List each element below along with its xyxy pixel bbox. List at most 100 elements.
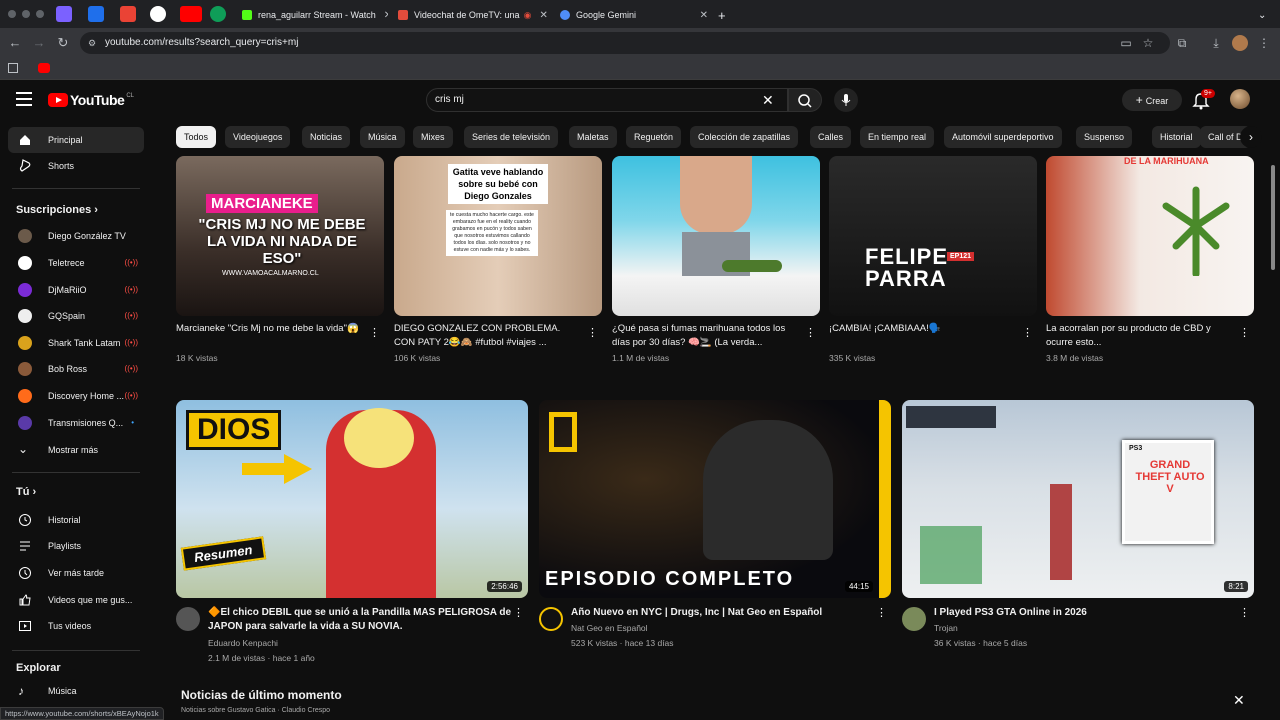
sidebar-item-sub-teletrece[interactable]: Teletrece ((•)) bbox=[8, 250, 144, 276]
sidebar-item-sub-djmariio[interactable]: DjMaRiiO ((•)) bbox=[8, 277, 144, 303]
channel-avatar[interactable] bbox=[902, 607, 926, 631]
sidebar-item-your-videos[interactable]: Tus videos bbox=[8, 613, 144, 639]
close-tab-icon[interactable]: ✕ bbox=[531, 10, 547, 21]
sidebar-item-musica[interactable]: ♪ Música bbox=[8, 678, 144, 704]
search-input[interactable]: cris mj bbox=[426, 88, 788, 112]
voice-search-button[interactable] bbox=[834, 88, 858, 112]
window-maximize-button[interactable] bbox=[36, 10, 44, 18]
chip-tiempo-real[interactable]: En tiempo real bbox=[860, 126, 935, 148]
extensions-icon[interactable]: ⧉ bbox=[1174, 35, 1190, 51]
video-title[interactable]: 🔶El chico DEBIL que se unió a la Pandill… bbox=[208, 606, 518, 634]
sidebar-item-historial[interactable]: Historial bbox=[8, 507, 144, 533]
short-card[interactable]: MARCIANEKE "CRIS MJ NO ME DEBE LA VIDA N… bbox=[176, 156, 384, 363]
video-thumbnail[interactable]: DIOS Resumen 2:56:46 bbox=[176, 400, 528, 598]
pinned-tab-gmail[interactable] bbox=[120, 6, 136, 22]
chip-historial[interactable]: Historial bbox=[1152, 126, 1201, 148]
pinned-tab-openai[interactable] bbox=[150, 6, 166, 22]
chips-next-button[interactable]: › bbox=[1240, 126, 1262, 148]
more-options-icon[interactable]: ⋮ bbox=[1022, 326, 1033, 339]
close-tab-icon[interactable]: ✕ bbox=[376, 10, 388, 21]
search-button[interactable] bbox=[788, 88, 822, 112]
pinned-tab-4[interactable] bbox=[210, 6, 226, 22]
chip-suspenso[interactable]: Suspenso bbox=[1076, 126, 1133, 148]
short-title[interactable]: La acorralan por su producto de CBD y oc… bbox=[1046, 322, 1234, 350]
account-avatar[interactable] bbox=[1230, 89, 1250, 109]
tab-gemini[interactable]: Google Gemini ✕ bbox=[554, 4, 714, 26]
apps-grid-icon[interactable] bbox=[8, 63, 18, 73]
short-title[interactable]: Marcianeke "Cris Mj no me debe la vida"😱 bbox=[176, 322, 364, 350]
chip-mixes[interactable]: Mixes bbox=[413, 126, 453, 148]
more-options-icon[interactable]: ⋮ bbox=[805, 326, 816, 339]
cast-icon[interactable]: ▭ bbox=[1118, 35, 1134, 51]
video-title[interactable]: I Played PS3 GTA Online in 2026 bbox=[934, 606, 1244, 620]
channel-name[interactable]: Trojan bbox=[934, 623, 958, 633]
chip-calles[interactable]: Calles bbox=[810, 126, 852, 148]
sidebar-item-sub-gqspain[interactable]: GQSpain ((•)) bbox=[8, 303, 144, 329]
video-title[interactable]: Año Nuevo en NYC | Drugs, Inc | Nat Geo … bbox=[571, 606, 881, 620]
video-thumbnail[interactable]: EPISODIO COMPLETO 44:15 bbox=[539, 400, 891, 598]
channel-name[interactable]: Nat Geo en Español bbox=[571, 623, 648, 633]
chip-series[interactable]: Series de televisión bbox=[464, 126, 559, 148]
sidebar-item-liked[interactable]: Videos que me gus... bbox=[8, 587, 144, 613]
download-icon[interactable]: ⤓ bbox=[1208, 35, 1224, 51]
more-options-icon[interactable]: ⋮ bbox=[513, 606, 524, 619]
browser-menu-icon[interactable]: ⋮ bbox=[1256, 35, 1272, 51]
tab-search-icon[interactable]: ⌄ bbox=[1252, 4, 1272, 26]
sidebar-item-principal[interactable]: Principal bbox=[8, 127, 144, 153]
window-minimize-button[interactable] bbox=[22, 10, 30, 18]
more-options-icon[interactable]: ⋮ bbox=[1239, 606, 1250, 619]
channel-avatar[interactable] bbox=[176, 607, 200, 631]
address-bar[interactable]: ⚙ youtube.com/results?search_query=cris+… bbox=[80, 32, 1170, 54]
subscriptions-heading[interactable]: Suscripciones › bbox=[16, 204, 98, 216]
short-thumbnail[interactable]: DE LA MARIHUANA bbox=[1046, 156, 1254, 316]
back-icon[interactable]: ← bbox=[6, 34, 24, 52]
sidebar-item-sub-discovery[interactable]: Discovery Home ... ((•)) bbox=[8, 383, 144, 409]
close-tab-icon[interactable]: ✕ bbox=[692, 10, 708, 21]
chip-automovil[interactable]: Automóvil superdeportivo bbox=[944, 126, 1062, 148]
short-thumbnail[interactable]: FELIPE PARRA EP121 bbox=[829, 156, 1037, 316]
youtube-logo[interactable]: YouTube CL bbox=[48, 92, 134, 108]
chip-zapatillas[interactable]: Colección de zapatillas bbox=[690, 126, 799, 148]
pinned-tab-youtube[interactable] bbox=[180, 6, 202, 22]
pinned-tab-1[interactable] bbox=[56, 6, 72, 22]
short-card[interactable]: ¿Qué pasa si fumas marihuana todos los d… bbox=[612, 156, 820, 363]
youtube-bookmark-icon[interactable] bbox=[38, 63, 50, 73]
close-icon[interactable]: ✕ bbox=[1233, 692, 1245, 709]
sidebar-item-shorts[interactable]: Shorts bbox=[8, 153, 144, 179]
chip-videojuegos[interactable]: Videojuegos bbox=[225, 126, 291, 148]
short-card[interactable]: DE LA MARIHUANA La acorralan por su prod… bbox=[1046, 156, 1254, 363]
short-title[interactable]: ¿Qué pasa si fumas marihuana todos los d… bbox=[612, 322, 800, 350]
chip-todos[interactable]: Todos bbox=[176, 126, 217, 148]
menu-icon[interactable] bbox=[16, 92, 32, 106]
more-options-icon[interactable]: ⋮ bbox=[587, 326, 598, 339]
channel-name[interactable]: Eduardo Kenpachi bbox=[208, 638, 278, 648]
short-title[interactable]: ¡CAMBIA! ¡CAMBIAAA!🗣️ bbox=[829, 322, 1017, 350]
sidebar-item-sub-sharktank[interactable]: Shark Tank Latam ((•)) bbox=[8, 330, 144, 356]
chip-regueton[interactable]: Reguetón bbox=[626, 126, 682, 148]
more-options-icon[interactable]: ⋮ bbox=[876, 606, 887, 619]
profile-avatar[interactable] bbox=[1232, 35, 1248, 51]
short-thumbnail[interactable] bbox=[612, 156, 820, 316]
new-tab-button[interactable]: + bbox=[712, 4, 732, 26]
video-card[interactable]: GRAND THEFT AUTO V PS3 8:21 I Played PS3… bbox=[902, 400, 1254, 670]
short-thumbnail[interactable]: Gatita veve hablando sobre su bebé con D… bbox=[394, 156, 602, 316]
more-options-icon[interactable]: ⋮ bbox=[1239, 326, 1250, 339]
video-card[interactable]: DIOS Resumen 2:56:46 🔶El chico DEBIL que… bbox=[176, 400, 528, 670]
short-title[interactable]: DIEGO GONZALEZ CON PROBLEMA. CON PATY 2😂… bbox=[394, 322, 582, 350]
short-card[interactable]: Gatita veve hablando sobre su bebé con D… bbox=[394, 156, 602, 363]
short-card[interactable]: FELIPE PARRA EP121 ¡CAMBIA! ¡CAMBIAAA!🗣️… bbox=[829, 156, 1037, 363]
sidebar-item-sub-transmisiones[interactable]: Transmisiones Q... • bbox=[8, 410, 144, 436]
sidebar-item-sub-bobross[interactable]: Bob Ross ((•)) bbox=[8, 356, 144, 382]
sidebar-item-playlists[interactable]: Playlists bbox=[8, 533, 144, 559]
clear-search-icon[interactable]: ✕ bbox=[762, 92, 774, 109]
tab-ometv[interactable]: Videochat de OmeTV: una ◉ ✕ bbox=[392, 4, 550, 26]
chip-musica[interactable]: Música bbox=[360, 126, 405, 148]
video-thumbnail[interactable]: GRAND THEFT AUTO V PS3 8:21 bbox=[902, 400, 1254, 598]
forward-icon[interactable]: → bbox=[30, 34, 48, 52]
pinned-tab-2[interactable] bbox=[88, 6, 104, 22]
chip-maletas[interactable]: Maletas bbox=[569, 126, 617, 148]
short-thumbnail[interactable]: MARCIANEKE "CRIS MJ NO ME DEBE LA VIDA N… bbox=[176, 156, 384, 316]
create-button[interactable]: + Crear bbox=[1122, 89, 1182, 111]
chip-noticias[interactable]: Noticias bbox=[302, 126, 351, 148]
sidebar-item-watch-later[interactable]: Ver más tarde bbox=[8, 560, 144, 586]
